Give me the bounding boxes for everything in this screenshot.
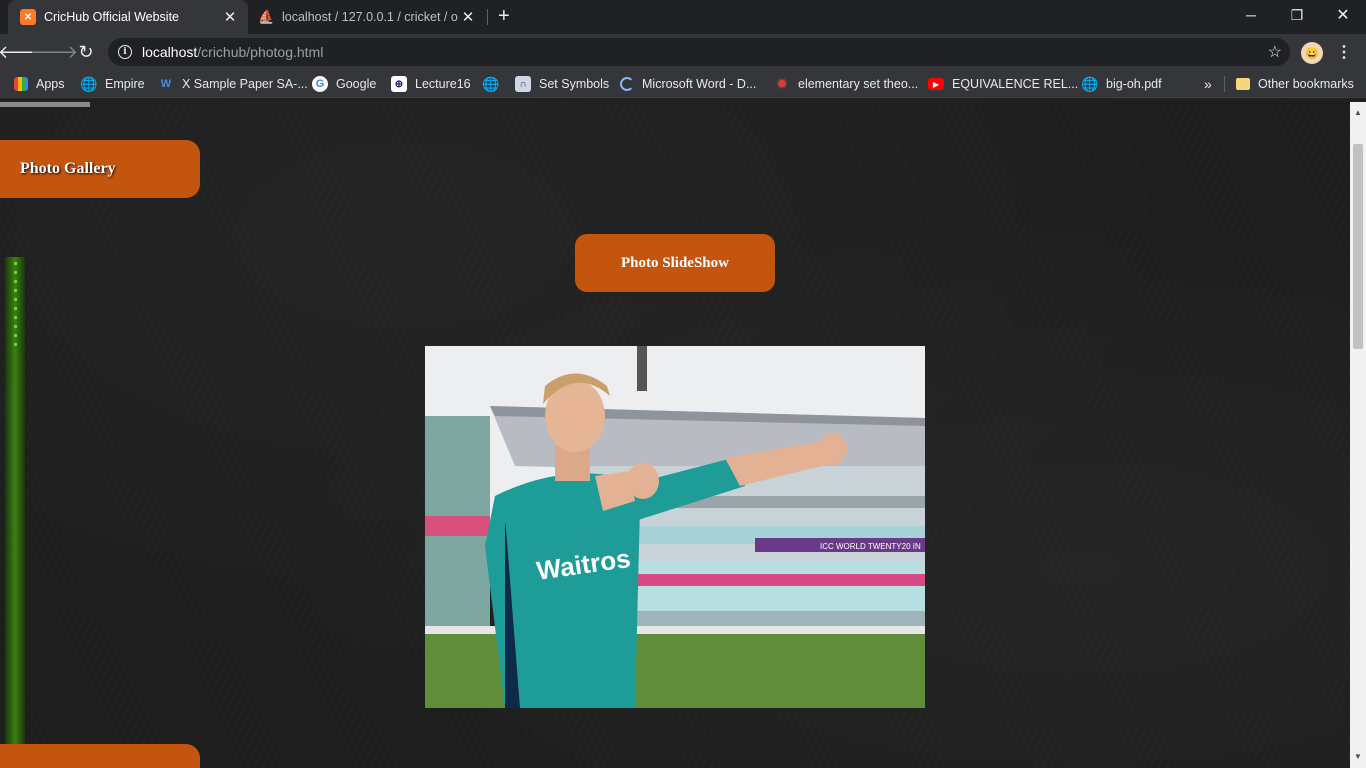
globe-icon: 🌐 (482, 75, 500, 92)
tab-phpmyadmin[interactable]: ⛵ localhost / 127.0.0.1 / cricket / oc ✕ (248, 0, 486, 34)
bookmark-label: Other bookmarks (1258, 77, 1354, 91)
bookmark-equivalence[interactable]: ▶ EQUIVALENCE REL... (928, 74, 1078, 94)
weebly-icon: W (160, 78, 172, 90)
browser-tab-strip: ✕ CricHub Official Website ✕ ⛵ localhost… (0, 0, 1366, 34)
tab-title: localhost / 127.0.0.1 / cricket / oc (282, 10, 458, 24)
bookmark-big-oh[interactable]: 🌐 big-oh.pdf (1081, 74, 1162, 94)
close-window-button[interactable]: ✕ (1320, 0, 1366, 30)
bookmark-label: Empire (105, 77, 145, 91)
bookmark-lecture16[interactable]: ⊕ Lecture16 (391, 74, 471, 94)
globe-icon: 🌐 (1081, 75, 1099, 92)
lecture-icon: ⊕ (391, 76, 407, 92)
scroll-down-arrow-icon[interactable]: ▼ (1354, 752, 1362, 761)
info-icon[interactable]: i (118, 45, 132, 59)
address-bar[interactable]: i localhost/crichub/photog.html ☆ (108, 38, 1290, 66)
bookmark-apps[interactable]: Apps (14, 74, 65, 94)
cricketer-photo: ICC WORLD TWENTY20 IN Waitros (425, 346, 925, 708)
bookmark-set-symbols[interactable]: ∩ Set Symbols (515, 74, 609, 94)
reload-button[interactable]: ↻ (74, 40, 98, 64)
loading-icon (620, 77, 634, 91)
green-led-dots (14, 262, 17, 352)
url-path: /crichub/photog.html (197, 44, 324, 60)
bookmark-label: big-oh.pdf (1106, 77, 1162, 91)
bookmark-sample-paper[interactable]: W X Sample Paper SA-... (158, 74, 308, 94)
photo-gallery-button[interactable]: Photo Gallery (0, 140, 200, 198)
restore-button[interactable]: ❐ (1274, 0, 1320, 30)
kebab-menu-icon[interactable]: ⋮ (1336, 42, 1352, 62)
tab-divider (487, 9, 488, 25)
photo-slideshow-label: Photo SlideShow (621, 254, 729, 271)
bookmark-empire[interactable]: 🌐 Empire (80, 74, 145, 94)
bookmark-star-icon[interactable]: ☆ (1268, 42, 1282, 62)
bookmark-globe[interactable]: 🌐 (482, 74, 507, 94)
google-icon: G (312, 76, 328, 92)
forward-button[interactable]: 🡒 (30, 40, 78, 64)
bookmark-label: Set Symbols (539, 77, 610, 91)
bookmark-label: X Sample Paper SA-... (182, 77, 308, 91)
bookmark-set-theory[interactable]: ✹ elementary set theo... (774, 74, 919, 94)
tab-title: CricHub Official Website (44, 10, 179, 24)
bookmark-label: Microsoft Word - D... (642, 77, 757, 91)
bookmark-google[interactable]: G Google (312, 74, 376, 94)
apps-grid-icon (14, 77, 28, 91)
bookmark-ms-word[interactable]: Microsoft Word - D... (620, 74, 756, 94)
bookmarks-overflow-button[interactable]: » (1204, 74, 1212, 94)
page-load-progress (0, 102, 90, 107)
page-scrollbar[interactable]: ▲ ▼ (1350, 102, 1366, 768)
scrollbar-thumb[interactable] (1353, 144, 1363, 349)
bookmark-label: Google (336, 77, 377, 91)
page-content: Photo Gallery Photo SlideShow ICC WORLD … (0, 102, 1350, 768)
decorative-green-strip (5, 257, 25, 747)
close-icon[interactable]: ✕ (220, 8, 240, 26)
youtube-icon: ▶ (928, 78, 944, 90)
overflow-chevron-icon: » (1204, 76, 1212, 92)
next-section-button[interactable] (0, 744, 200, 768)
minimize-button[interactable]: ─ (1228, 0, 1274, 30)
set-symbols-icon: ∩ (515, 76, 531, 92)
browser-toolbar: 🡐 🡒 ↻ i localhost/crichub/photog.html ☆ … (0, 34, 1366, 70)
profile-avatar[interactable]: 😀 (1301, 42, 1323, 64)
red-gear-icon: ✹ (775, 76, 789, 93)
photo-slideshow-button[interactable]: Photo SlideShow (575, 234, 775, 292)
url-host: localhost (142, 44, 198, 60)
bookmarks-bar: Apps 🌐 Empire W X Sample Paper SA-... G … (0, 70, 1366, 98)
bookmark-label: Lecture16 (415, 77, 471, 91)
globe-icon: 🌐 (80, 75, 98, 92)
bookmark-divider (1224, 76, 1225, 92)
scroll-up-arrow-icon[interactable]: ▲ (1354, 108, 1362, 117)
bookmark-label: EQUIVALENCE REL... (952, 77, 1079, 91)
bookmark-label: Apps (36, 77, 65, 91)
other-bookmarks[interactable]: Other bookmarks (1236, 74, 1354, 94)
stadium-banner: ICC WORLD TWENTY20 IN (820, 542, 921, 551)
slideshow-photo: ICC WORLD TWENTY20 IN Waitros (425, 346, 925, 708)
xampp-icon: ✕ (20, 9, 36, 25)
photo-gallery-label: Photo Gallery (20, 160, 116, 177)
close-icon[interactable]: ✕ (458, 8, 478, 26)
phpmyadmin-icon: ⛵ (258, 9, 275, 24)
bookmark-label: elementary set theo... (798, 77, 919, 91)
folder-icon (1236, 78, 1250, 90)
new-tab-button[interactable]: + (498, 5, 510, 28)
tab-crichub[interactable]: ✕ CricHub Official Website ✕ (8, 0, 248, 34)
